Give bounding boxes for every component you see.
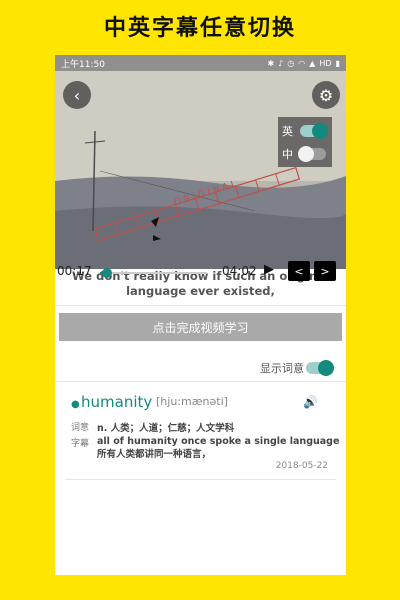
duration: 04:02 <box>222 264 257 278</box>
vocab-toggle-knob <box>318 360 334 376</box>
subtitle-language-panel: 英 中 <box>278 117 332 167</box>
definition: n. 人类；人道；仁慈；人文学科 <box>97 423 235 434</box>
status-time: 上午11:50 <box>61 59 105 70</box>
english-subtitle-row: 英 <box>278 119 332 141</box>
definition-tag: 词意 <box>71 423 90 433</box>
bluetooth-icon: ✱ <box>267 58 275 68</box>
current-time: 00:17 <box>57 264 92 278</box>
chinese-toggle-knob <box>298 146 314 162</box>
complete-learning-button[interactable]: 点击完成视频学习 <box>59 313 342 341</box>
word-marker-icon: ● <box>71 399 80 410</box>
divider <box>55 305 346 306</box>
gear-icon: ⚙ <box>318 85 334 105</box>
subtitle-chinese: 所有人类都讲同一种语言， <box>97 449 212 460</box>
next-button[interactable]: > <box>314 261 336 281</box>
show-vocabulary-toggle[interactable] <box>306 360 334 376</box>
signal-icon: ▲ <box>309 58 316 68</box>
subtitle-tag: 字幕 <box>71 439 90 449</box>
play-button[interactable]: ▶ <box>264 262 274 277</box>
show-vocabulary-label: 显示词意 <box>260 362 304 375</box>
english-subtitle-toggle[interactable] <box>300 123 328 139</box>
date: 2018-05-22 <box>275 461 328 471</box>
show-vocabulary-row: 显示词意 <box>55 356 346 378</box>
english-toggle-knob <box>312 123 328 139</box>
divider <box>55 381 346 382</box>
battery-icon: ▮ <box>335 58 340 68</box>
word: humanity <box>81 393 153 411</box>
status-bar: 上午11:50 ✱ ♪ ◷ ◠ ▲ HD ▮ <box>55 55 346 71</box>
word-header: ● humanity [hju:mænəti] 🔊 <box>65 393 340 413</box>
banner-title: 中英字幕任意切换 <box>103 16 296 41</box>
alarm-icon: ◷ <box>287 58 295 68</box>
chevron-right-icon: > <box>320 264 330 278</box>
word-card[interactable]: ● humanity [hju:mænəti] 🔊 词意 n. 人类；人道；仁慈… <box>65 393 340 493</box>
back-button[interactable]: ‹ <box>63 81 91 109</box>
back-arrow-icon: ‹ <box>73 85 81 105</box>
video-player[interactable]: ORIGINAL ‹ ⚙ 英 中 <box>55 71 346 269</box>
network-label: HD <box>319 58 332 68</box>
previous-button[interactable]: < <box>288 261 310 281</box>
mute-icon: ♪ <box>278 58 284 68</box>
phonetic: [hju:mænəti] <box>156 395 228 408</box>
seek-bar[interactable] <box>100 268 207 278</box>
divider <box>65 479 336 480</box>
speaker-icon[interactable]: 🔊 <box>303 395 318 409</box>
english-label: 英 <box>282 125 293 138</box>
video-frame-illustration: ORIGINAL <box>55 71 346 269</box>
chevron-left-icon: < <box>294 264 304 278</box>
seek-handle[interactable] <box>102 268 113 278</box>
chinese-subtitle-toggle[interactable] <box>298 146 326 162</box>
phone-screen: 上午11:50 ✱ ♪ ◷ ◠ ▲ HD ▮ ORIGINAL ‹ ⚙ 英 中 … <box>55 55 346 575</box>
settings-button[interactable]: ⚙ <box>312 81 340 109</box>
playback-controls: 00:17 04:02 ▶ < > <box>55 258 346 286</box>
subtitle-english: all of humanity once spoke a single lang… <box>97 436 340 447</box>
chinese-label: 中 <box>282 148 293 161</box>
chinese-subtitle-row: 中 <box>278 142 332 164</box>
wifi-icon: ◠ <box>298 58 306 68</box>
